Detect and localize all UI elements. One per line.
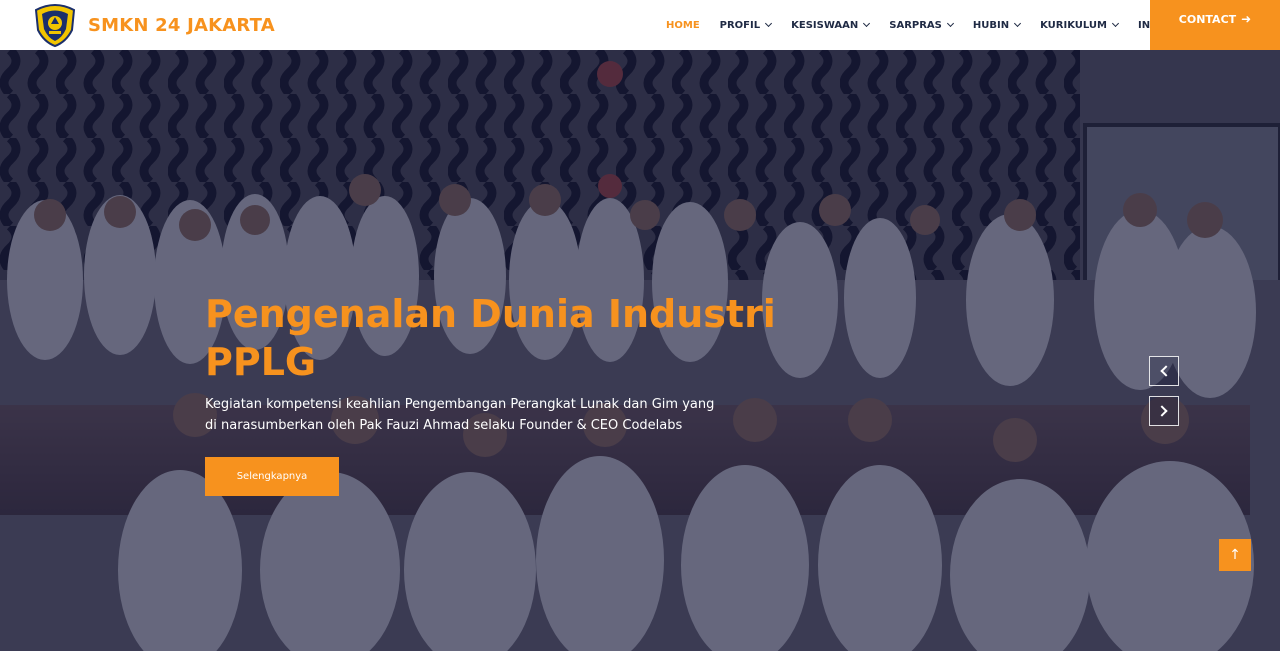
nav-item-label: KESISWAAN <box>791 19 859 31</box>
chevron-right-icon <box>1156 405 1168 417</box>
nav-item-sarpras[interactable]: SARPRAS <box>889 19 954 31</box>
hero-description: Kegiatan kompetensi keahlian Pengembanga… <box>205 397 715 433</box>
brand[interactable]: SMKN 24 JAKARTA <box>32 0 275 50</box>
arrow-right-icon: ➜ <box>1241 12 1252 26</box>
nav-item-label: HOME <box>666 19 700 31</box>
hero-title-line-2: PPLG <box>205 340 317 384</box>
chevron-down-icon <box>863 19 871 28</box>
school-crest-icon <box>32 2 78 48</box>
contact-button[interactable]: CONTACT ➜ <box>1150 0 1280 50</box>
carousel-next-button[interactable] <box>1149 396 1179 426</box>
scroll-to-top-button[interactable]: ↑ <box>1219 539 1251 571</box>
nav-item-kesiswaan[interactable]: KESISWAAN <box>791 19 871 31</box>
main-nav: HOME PROFIL KESISWAAN SARPRAS HUBIN KURI… <box>656 0 1186 50</box>
chevron-down-icon <box>1014 19 1022 28</box>
carousel-prev-button[interactable] <box>1149 356 1179 386</box>
hero-title: Pengenalan Dunia Industri PPLG <box>205 290 805 386</box>
nav-item-profil[interactable]: PROFIL <box>719 19 773 31</box>
nav-item-home[interactable]: HOME <box>666 20 700 31</box>
hero-title-line-1: Pengenalan Dunia Industri <box>205 292 776 336</box>
hero-carousel: Pengenalan Dunia Industri PPLG Kegiatan … <box>0 50 1280 651</box>
nav-item-label: KURIKULUM <box>1040 19 1107 31</box>
chevron-left-icon <box>1160 365 1172 377</box>
nav-item-label: HUBIN <box>972 19 1010 31</box>
brand-name: SMKN 24 JAKARTA <box>88 14 275 36</box>
read-more-button[interactable]: Selengkapnya <box>205 457 339 496</box>
contact-label: CONTACT <box>1178 12 1237 26</box>
chevron-down-icon <box>765 19 773 28</box>
nav-item-hubin[interactable]: HUBIN <box>972 19 1022 31</box>
arrow-up-icon: ↑ <box>1229 547 1241 563</box>
chevron-down-icon <box>1111 19 1120 28</box>
nav-item-label: SARPRAS <box>889 19 942 31</box>
nav-item-kurikulum[interactable]: KURIKULUM <box>1040 19 1120 31</box>
nav-item-label: PROFIL <box>719 19 761 31</box>
chevron-down-icon <box>946 19 954 28</box>
site-header: SMKN 24 JAKARTA HOME PROFIL KESISWAAN SA… <box>0 0 1280 50</box>
